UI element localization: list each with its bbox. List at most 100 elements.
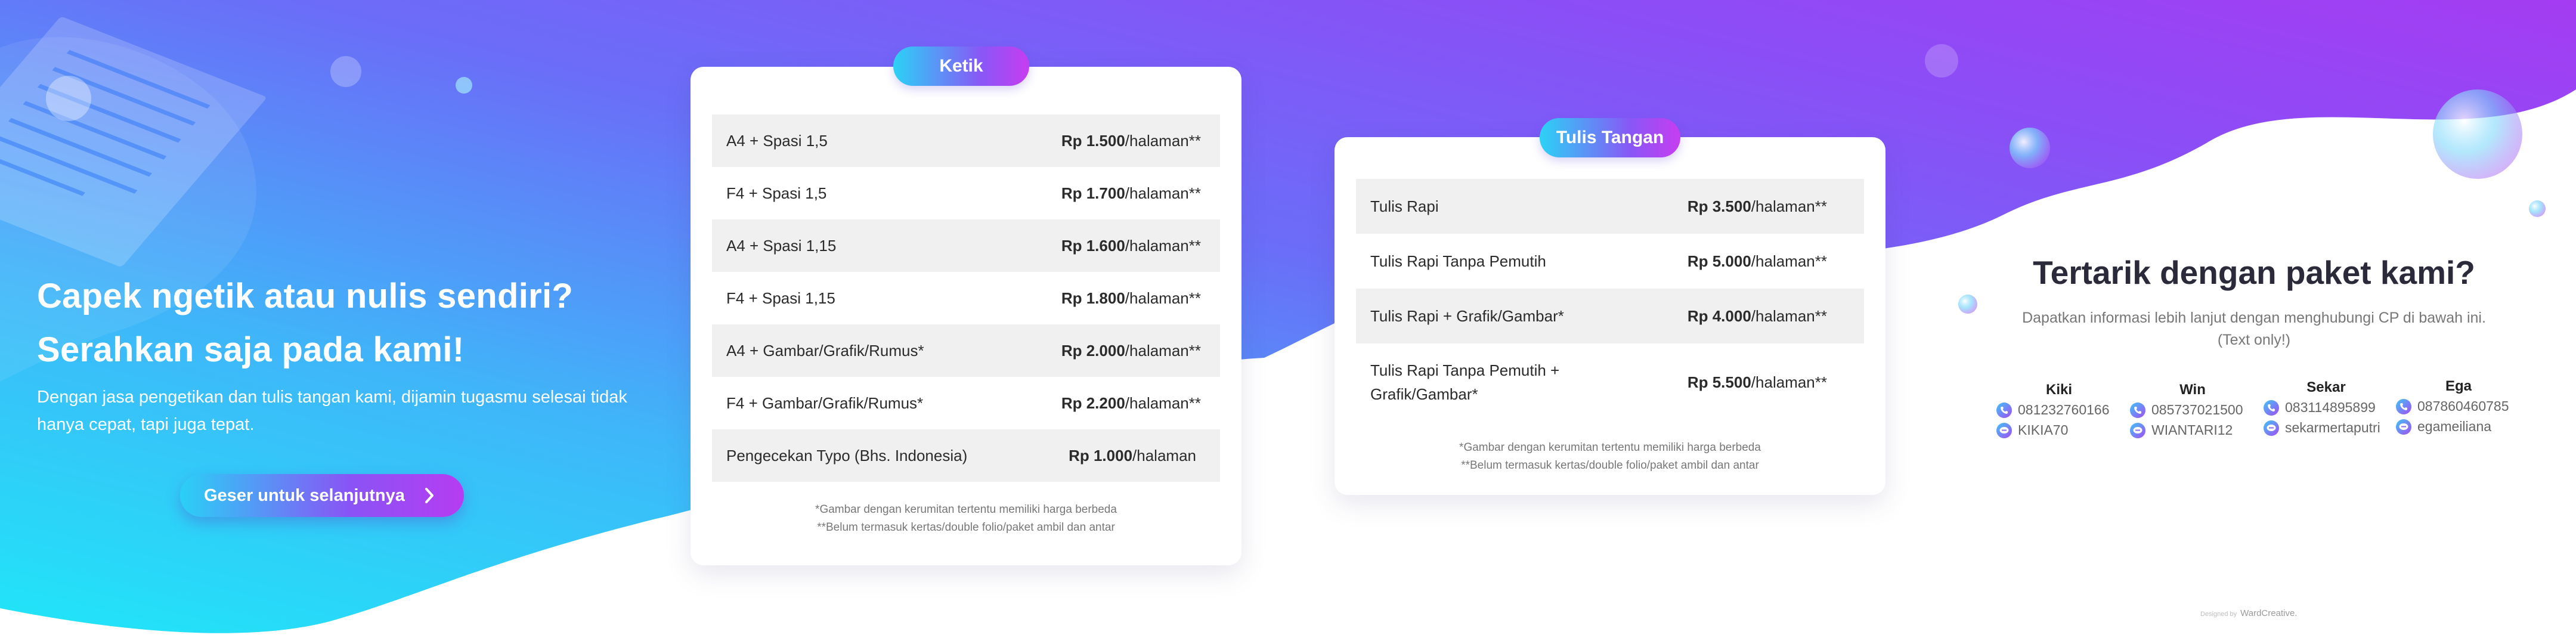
- ketik-row-unit: /halaman**: [1125, 131, 1201, 150]
- tulis-row-price: Rp 3.500: [1687, 197, 1751, 215]
- hero-description: Dengan jasa pengetikan dan tulis tangan …: [37, 388, 627, 434]
- credit-name: WardCreative.: [2240, 608, 2298, 618]
- tulis-row-unit: /halaman**: [1751, 373, 1827, 391]
- contact-line-id[interactable]: sekarmertaputri: [2264, 420, 2380, 436]
- ketik-footnote-2: **Belum termasuk kertas/double folio/pak…: [817, 521, 1115, 534]
- tab-tulis-tangan[interactable]: Tulis Tangan: [1540, 118, 1680, 157]
- ketik-row-price: Rp 1.700: [1061, 184, 1125, 202]
- contact-phone-number: 085737021500: [2151, 402, 2243, 417]
- ketik-row-item: A4 + Gambar/Grafik/Rumus*: [726, 341, 924, 360]
- contact-card-ega: Ega 087860460785 egameiliana: [2396, 378, 2521, 438]
- ketik-row-unit: /halaman**: [1125, 236, 1201, 255]
- ketik-footnote-1: *Gambar dengan kerumitan tertentu memili…: [815, 503, 1117, 516]
- contact-phone[interactable]: 085737021500: [2130, 402, 2243, 418]
- ketik-row-unit: /halaman**: [1125, 394, 1201, 412]
- hero-title: Capek ngetik atau nulis sendiri? Serahka…: [37, 270, 657, 377]
- ketik-row-item: A4 + Spasi 1,5: [726, 131, 828, 150]
- tulis-row-unit: /halaman**: [1751, 306, 1827, 325]
- tulis-row-item: Tulis Rapi Tanpa Pemutih: [1370, 252, 1546, 270]
- line-chat-icon: [1996, 422, 2012, 438]
- tab-ketik[interactable]: Ketik: [893, 47, 1029, 86]
- tulis-row: Tulis Rapi + Grafik/Gambar* Rp 4.000/hal…: [1356, 289, 1864, 343]
- hero-section: Capek ngetik atau nulis sendiri? Serahka…: [0, 0, 692, 644]
- contact-name: Ega: [2445, 378, 2472, 394]
- ketik-row-unit: /halaman**: [1125, 289, 1201, 307]
- tab-tulis-tangan-label: Tulis Tangan: [1556, 128, 1664, 147]
- tulis-row-price: Rp 5.000: [1687, 252, 1751, 270]
- tulis-row-item: Tulis Rapi: [1370, 197, 1439, 215]
- contact-line-username: sekarmertaputri: [2285, 420, 2380, 435]
- contact-card-win: Win 085737021500 WIANTARI12: [2130, 382, 2255, 441]
- contact-line-username: KIKIA70: [2018, 422, 2069, 438]
- phone-icon: [2130, 402, 2145, 418]
- tulis-row-item: Tulis Rapi Tanpa Pemutih + Grafik/Gambar…: [1370, 361, 1560, 403]
- tulis-row-unit: /halaman**: [1751, 252, 1827, 270]
- contact-title: Tertarik dengan paket kami?: [2033, 254, 2475, 291]
- line-chat-icon: [2130, 422, 2145, 438]
- line-chat-icon: [2264, 420, 2279, 436]
- next-slide-button-label: Geser untuk selanjutnya: [204, 485, 405, 505]
- contact-phone-number: 081232760166: [2018, 402, 2110, 417]
- designer-credit: Designed by WardCreative.: [2200, 608, 2297, 618]
- ketik-row-price: Rp 1.000: [1069, 446, 1133, 465]
- contact-phone[interactable]: 083114895899: [2264, 400, 2376, 416]
- hero-title-line2: Serahkan saja pada kami!: [37, 330, 465, 369]
- contact-line-username: WIANTARI12: [2151, 422, 2233, 438]
- ketik-row-price: Rp 1.800: [1061, 289, 1125, 307]
- contact-name: Win: [2179, 382, 2206, 398]
- phone-icon: [2396, 398, 2411, 414]
- tulis-footnote: *Gambar dengan kerumitan tertentu memili…: [1335, 439, 1885, 475]
- contact-line-username: egameiliana: [2417, 419, 2492, 434]
- contact-line-id[interactable]: KIKIA70: [1996, 422, 2068, 438]
- tulis-row-unit: /halaman**: [1751, 197, 1827, 215]
- tulis-footnote-2: **Belum termasuk kertas/double folio/pak…: [1461, 459, 1759, 472]
- ketik-row-item: F4 + Gambar/Grafik/Rumus*: [726, 394, 924, 412]
- contact-card-kiki: Kiki 081232760166 KIKIA70: [1996, 382, 2122, 441]
- ketik-footnote: *Gambar dengan kerumitan tertentu memili…: [691, 501, 1241, 537]
- ketik-row-item: F4 + Spasi 1,15: [726, 289, 835, 307]
- ketik-row: A4 + Spasi 1,5 Rp 1.500/halaman**: [712, 114, 1220, 167]
- contact-phone-number: 087860460785: [2417, 398, 2509, 414]
- line-chat-icon: [2396, 419, 2411, 435]
- tulis-tangan-price-card: Tulis Rapi Rp 3.500/halaman** Tulis Rapi…: [1335, 137, 1885, 495]
- ketik-row-unit: /halaman**: [1125, 341, 1201, 360]
- phone-icon: [1996, 402, 2012, 418]
- tulis-row: Tulis Rapi Tanpa Pemutih Rp 5.000/halama…: [1356, 234, 1864, 289]
- tulis-row: Tulis Rapi Rp 3.500/halaman**: [1356, 179, 1864, 234]
- tulis-row-item: Tulis Rapi + Grafik/Gambar*: [1370, 306, 1564, 325]
- tulis-row-price: Rp 4.000: [1687, 306, 1751, 325]
- ketik-row: F4 + Gambar/Grafik/Rumus* Rp 2.200/halam…: [712, 377, 1220, 429]
- ketik-row-unit: /halaman**: [1125, 184, 1201, 202]
- ketik-row-price: Rp 2.000: [1061, 341, 1125, 360]
- credit-prefix: Designed by: [2200, 611, 2237, 618]
- chevron-right-icon: [425, 488, 434, 503]
- ketik-row: Pengecekan Typo (Bhs. Indonesia) Rp 1.00…: [712, 429, 1220, 482]
- tulis-row: Tulis Rapi Tanpa Pemutih + Grafik/Gambar…: [1356, 343, 1864, 421]
- contact-subtitle: Dapatkan informasi lebih lanjut dengan m…: [2022, 309, 2486, 348]
- tab-ketik-label: Ketik: [939, 56, 983, 76]
- contact-name: Kiki: [2045, 382, 2072, 398]
- contact-line-id[interactable]: WIANTARI12: [2130, 422, 2233, 438]
- ketik-row: F4 + Spasi 1,15 Rp 1.800/halaman**: [712, 272, 1220, 324]
- ketik-row-price: Rp 2.200: [1061, 394, 1125, 412]
- ketik-row: A4 + Gambar/Grafik/Rumus* Rp 2.000/halam…: [712, 324, 1220, 377]
- contact-name: Sekar: [2306, 379, 2346, 395]
- ketik-row-price: Rp 1.600: [1061, 236, 1125, 255]
- next-slide-button[interactable]: Geser untuk selanjutnya: [180, 474, 464, 517]
- ketik-row-item: A4 + Spasi 1,15: [726, 236, 837, 255]
- tulis-row-price: Rp 5.500: [1687, 373, 1751, 391]
- contact-phone-number: 083114895899: [2285, 400, 2376, 415]
- ketik-row: A4 + Spasi 1,15 Rp 1.600/halaman**: [712, 219, 1220, 272]
- contact-line-id[interactable]: egameiliana: [2396, 419, 2491, 435]
- contact-card-sekar: Sekar 083114895899 sekarmertaputri: [2264, 379, 2389, 439]
- ketik-price-card: A4 + Spasi 1,5 Rp 1.500/halaman** F4 + S…: [691, 67, 1241, 565]
- ketik-row-item: Pengecekan Typo (Bhs. Indonesia): [726, 446, 968, 465]
- ketik-row-item: F4 + Spasi 1,5: [726, 184, 827, 202]
- contact-phone[interactable]: 087860460785: [2396, 398, 2509, 414]
- ketik-row-unit: /halaman: [1132, 446, 1196, 465]
- phone-icon: [2264, 400, 2279, 416]
- contact-phone[interactable]: 081232760166: [1996, 402, 2110, 418]
- tulis-footnote-1: *Gambar dengan kerumitan tertentu memili…: [1459, 441, 1761, 454]
- ketik-row-price: Rp 1.500: [1061, 131, 1125, 150]
- ketik-row: F4 + Spasi 1,5 Rp 1.700/halaman**: [712, 167, 1220, 219]
